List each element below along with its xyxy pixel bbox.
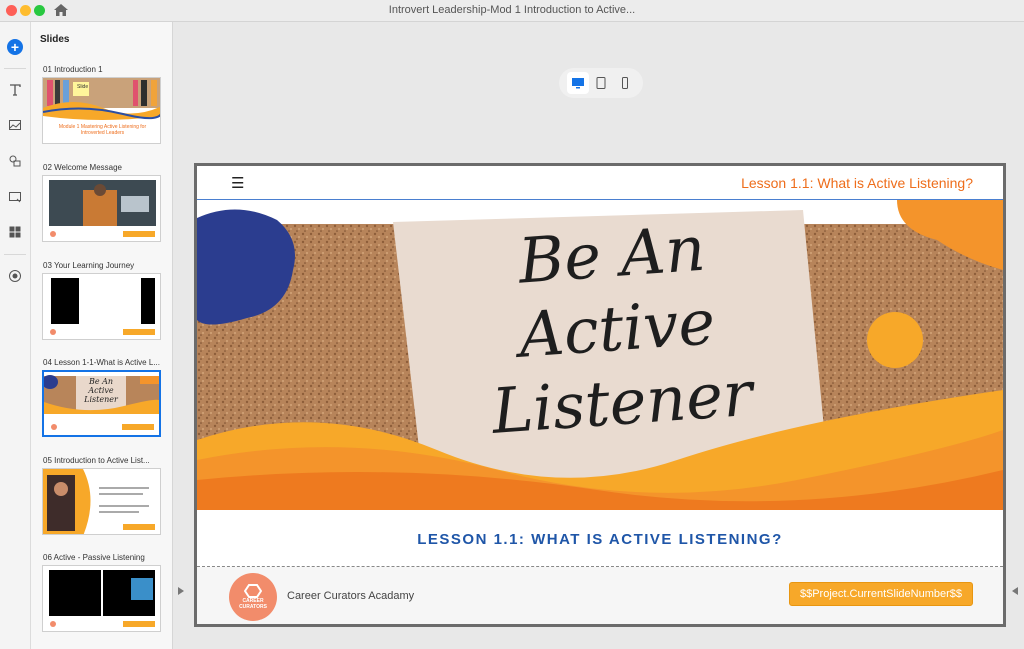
hero-image[interactable]: Be An Active Listener <box>197 200 1003 510</box>
hexagon-logo-icon <box>244 584 262 598</box>
mobile-icon <box>621 77 628 89</box>
slide-label-03[interactable]: 03 Your Learning Journey <box>43 261 165 270</box>
lesson-title[interactable]: LESSON 1.1: WHAT IS ACTIVE LISTENING? <box>197 531 1003 548</box>
slide-label-05[interactable]: 05 Introduction to Active List... <box>43 456 165 465</box>
slide-thumbnail-04[interactable]: Be An Active Listener <box>42 370 161 437</box>
tablet-view-button[interactable] <box>590 72 612 94</box>
career-curators-logo[interactable]: CAREER CURATORS <box>229 573 277 621</box>
mobile-view-button[interactable] <box>614 72 636 94</box>
rail-divider <box>4 68 26 69</box>
stage-canvas: ☰ Lesson 1.1: What is Active Listening? <box>174 22 1024 649</box>
tablet-icon <box>596 77 606 89</box>
academy-name[interactable]: Career Curators Acadamy <box>287 590 414 602</box>
add-button[interactable]: + <box>4 36 26 58</box>
hamburger-menu-icon[interactable]: ☰ <box>231 174 244 192</box>
media-tool-button[interactable] <box>4 114 26 136</box>
widgets-tool-button[interactable] <box>4 221 26 243</box>
slide-thumbnail-01[interactable]: Slide Module 1 Mastering Active Listenin… <box>42 77 161 144</box>
grid-icon <box>9 226 21 238</box>
slides-panel: Slides 01 Introduction 1 Slide Module 1 … <box>31 22 173 649</box>
slide-tool-button[interactable] <box>4 186 26 208</box>
slide-thumbnail-03[interactable] <box>42 273 161 340</box>
slide-thumbnail-02[interactable] <box>42 175 161 242</box>
window-title: Introvert Leadership-Mod 1 Introduction … <box>388 4 636 16</box>
plus-icon: + <box>7 39 23 55</box>
desktop-icon <box>571 78 584 89</box>
slide-thumbnail-05[interactable] <box>42 468 161 535</box>
slide-thumbnail-06[interactable] <box>42 565 161 632</box>
slides-panel-heading: Slides <box>40 34 70 45</box>
interaction-tool-button[interactable] <box>4 150 26 172</box>
slide-label-04[interactable]: 04 Lesson 1-1-What is Active L... <box>43 358 165 367</box>
left-guide-marker[interactable] <box>178 587 184 595</box>
slide-header-title: Lesson 1.1: What is Active Listening? <box>741 175 973 191</box>
lesson-title-band: LESSON 1.1: WHAT IS ACTIVE LISTENING? <box>197 510 1003 565</box>
image-icon <box>9 120 21 130</box>
tool-rail: + <box>0 22 31 649</box>
rail-divider <box>4 254 26 255</box>
text-icon <box>10 84 21 96</box>
window-titlebar: Introvert Leadership-Mod 1 Introduction … <box>0 0 1024 22</box>
logo-text-2: CURATORS <box>239 604 267 610</box>
slide-label-02[interactable]: 02 Welcome Message <box>43 163 165 172</box>
device-preview-switcher <box>559 68 643 98</box>
slide-label-06[interactable]: 06 Active - Passive Listening <box>43 553 165 562</box>
thumb-caption: Module 1 Mastering Active Listening for … <box>58 124 147 136</box>
slide-number-badge[interactable]: $$Project.CurrentSlideNumber$$ <box>788 582 973 606</box>
slide-footer: CAREER CURATORS Career Curators Acadamy … <box>197 567 1003 624</box>
right-guide-marker[interactable] <box>1012 587 1018 595</box>
thumb-hero-text: Be An Active Listener <box>84 377 118 404</box>
text-tool-button[interactable] <box>4 79 26 101</box>
record-icon <box>9 270 21 282</box>
slide-stage[interactable]: ☰ Lesson 1.1: What is Active Listening? <box>194 163 1006 627</box>
desktop-view-button[interactable] <box>566 72 589 94</box>
slide-badge: Slide <box>77 84 89 90</box>
slide-icon <box>9 192 21 203</box>
hero-text: Be An Active Listener <box>450 207 785 451</box>
slide-header: ☰ Lesson 1.1: What is Active Listening? <box>197 166 1003 200</box>
shapes-icon <box>9 155 21 167</box>
slide-label-01[interactable]: 01 Introduction 1 <box>43 65 165 74</box>
record-tool-button[interactable] <box>4 265 26 287</box>
